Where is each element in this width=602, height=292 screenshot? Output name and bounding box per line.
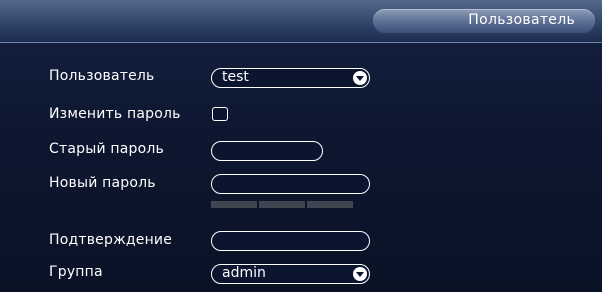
dialog-title: Пользователь <box>468 12 575 28</box>
group-label: Группа <box>49 264 103 280</box>
chevron-down-icon[interactable] <box>353 267 367 281</box>
strength-segment <box>259 201 305 208</box>
confirm-password-input[interactable] <box>211 231 370 251</box>
title-tab: Пользователь <box>373 9 595 33</box>
user-label: Пользователь <box>49 68 155 84</box>
new-password-label: Новый пароль <box>49 175 156 191</box>
old-password-input[interactable] <box>211 141 323 161</box>
user-select[interactable]: test <box>211 68 370 88</box>
strength-segment <box>211 201 257 208</box>
change-password-checkbox[interactable] <box>212 107 228 121</box>
new-password-input[interactable] <box>211 174 370 194</box>
chevron-down-icon[interactable] <box>353 71 367 85</box>
dialog-header: Пользователь <box>0 0 602 43</box>
confirm-password-label: Подтверждение <box>49 232 173 248</box>
group-select[interactable]: admin <box>211 264 370 284</box>
change-password-label: Изменить пароль <box>49 106 181 122</box>
user-dialog: Пользователь Пользователь test Изменить … <box>0 0 602 292</box>
group-select-value: admin <box>222 265 266 281</box>
old-password-label: Старый пароль <box>49 141 164 157</box>
user-select-value: test <box>222 69 249 85</box>
strength-segment <box>307 201 353 208</box>
